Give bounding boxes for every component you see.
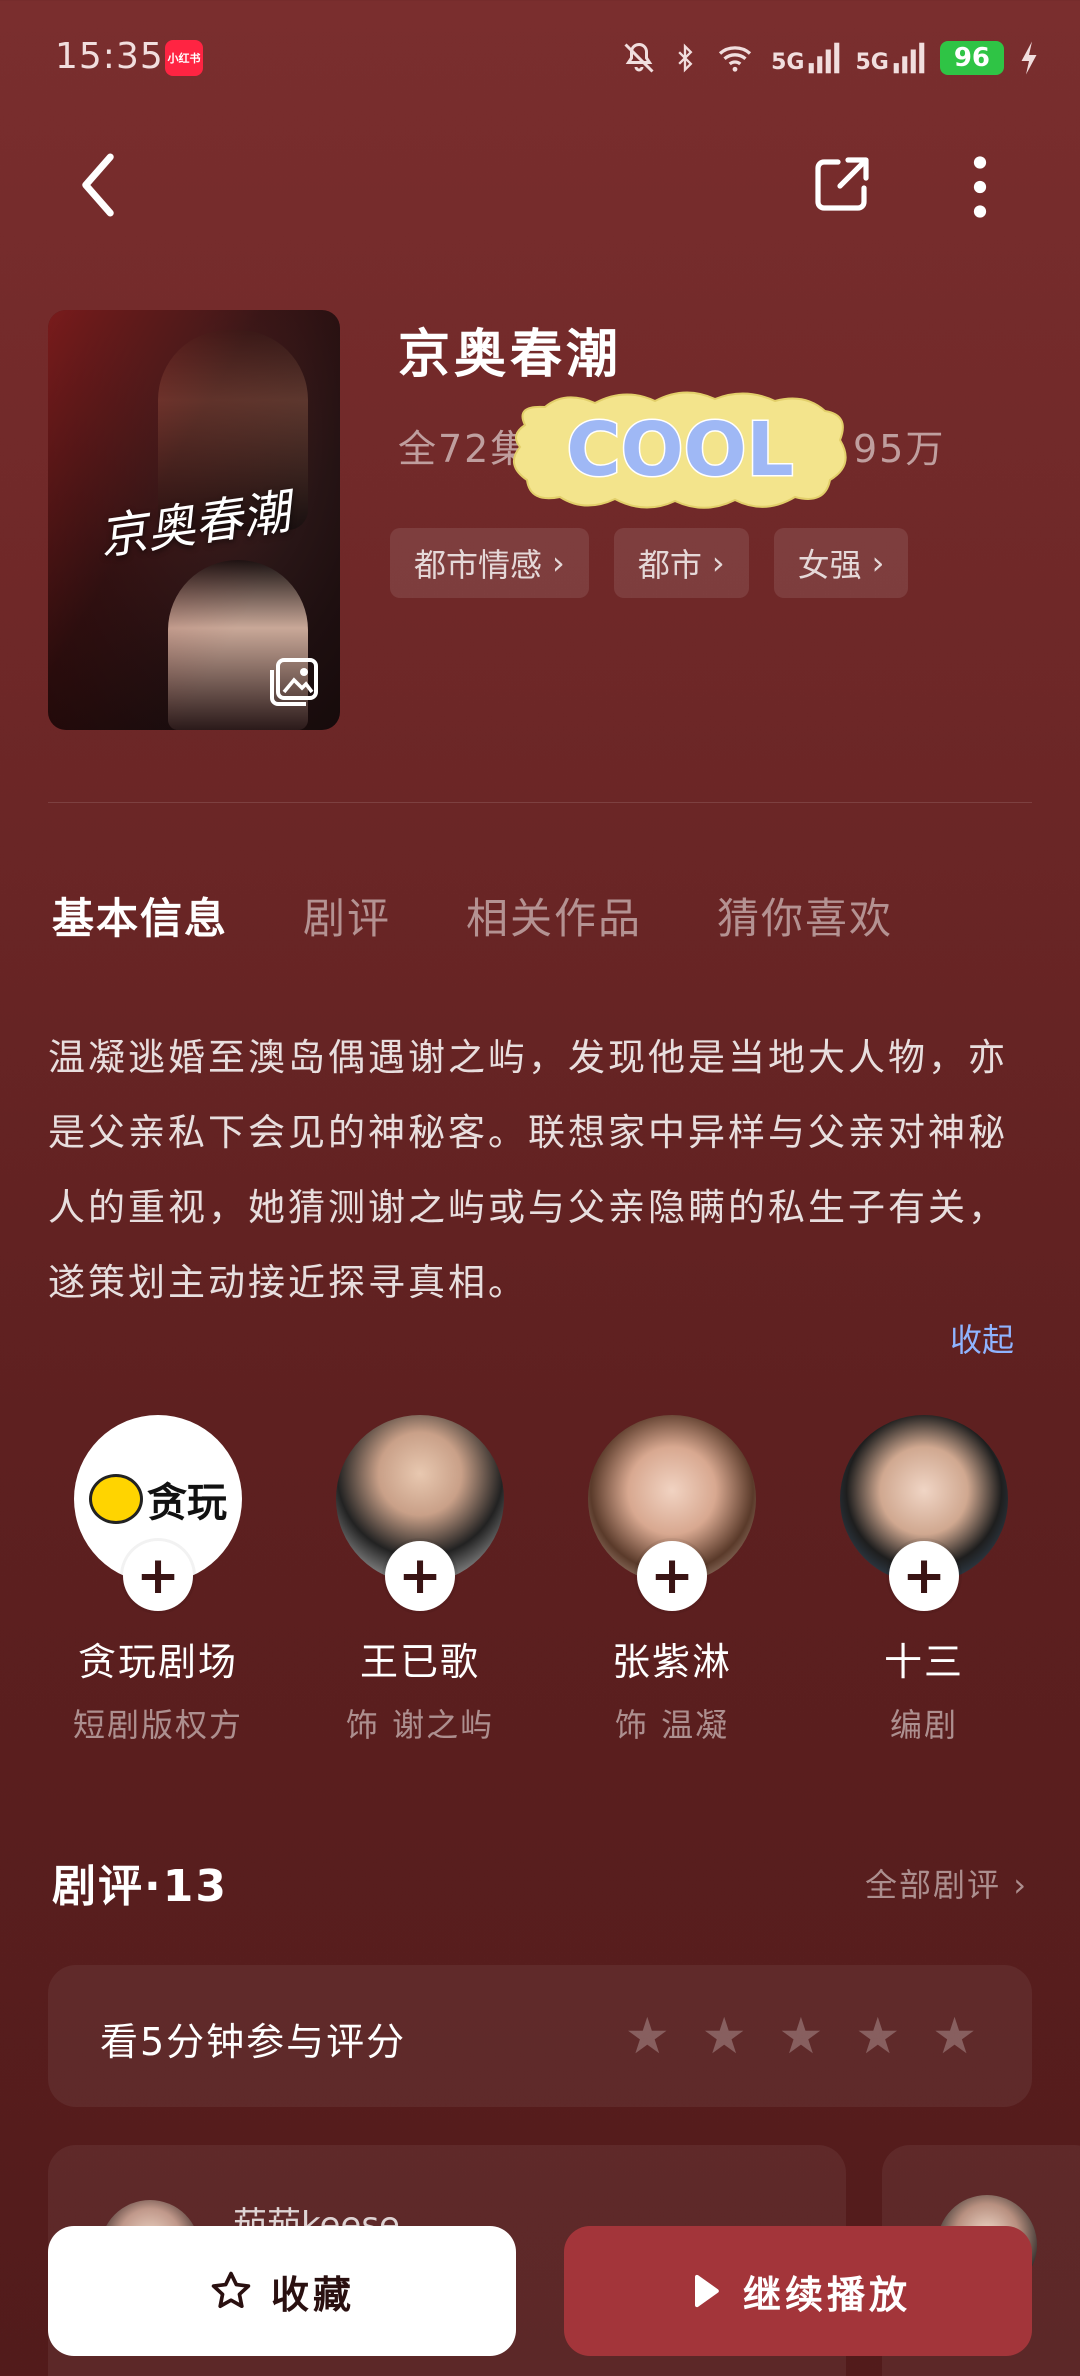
- cast-item[interactable]: + 王已歌 饰 谢之屿: [310, 1415, 530, 1746]
- cast-role: 饰 谢之屿: [345, 1706, 495, 1744]
- star-icon[interactable]: ★: [702, 2007, 747, 2065]
- more-vertical-icon[interactable]: [960, 152, 1000, 222]
- share-icon[interactable]: [810, 152, 874, 216]
- all-reviews-link[interactable]: 全部剧评 ›: [865, 1860, 1028, 1906]
- mute-icon: [624, 42, 654, 73]
- drama-poster[interactable]: 京奥春潮: [48, 310, 340, 730]
- avatar: +: [336, 1415, 504, 1611]
- cast-name: 王已歌: [359, 1640, 480, 1684]
- charging-icon: [1021, 41, 1037, 75]
- cast-name: 张紫淋: [611, 1640, 732, 1684]
- chevron-right-icon: ›: [552, 544, 565, 582]
- cast-item[interactable]: 贪玩 + 贪玩剧场 短剧版权方: [48, 1415, 268, 1746]
- tag-strong-female[interactable]: 女强 ›: [773, 528, 909, 598]
- wifi-icon: [718, 46, 752, 72]
- avatar: +: [588, 1415, 756, 1611]
- tab-recommendations[interactable]: 猜你喜欢: [717, 885, 893, 946]
- star-icon[interactable]: ★: [932, 2007, 977, 2065]
- rating-card: 看5分钟参与评分 ★ ★ ★ ★ ★: [48, 1965, 1032, 2107]
- cool-sticker: COOL: [505, 385, 855, 515]
- follow-plus-icon[interactable]: +: [889, 1541, 959, 1611]
- cast-role: 饰 温凝: [614, 1706, 730, 1744]
- detail-tabs: 基本信息 剧评 相关作品 猜你喜欢: [52, 885, 968, 946]
- cast-list: 贪玩 + 贪玩剧场 短剧版权方 + 王已歌 饰 谢之屿 + 张紫淋 饰 温凝 +…: [48, 1415, 1048, 1765]
- star-icon[interactable]: ★: [625, 2007, 670, 2065]
- bluetooth-icon: [678, 43, 693, 73]
- signal-icon: 5G: [855, 41, 925, 75]
- tab-reviews[interactable]: 剧评: [303, 885, 391, 946]
- divider: [48, 802, 1032, 803]
- tab-basic-info[interactable]: 基本信息: [52, 885, 228, 946]
- tag-urban-romance[interactable]: 都市情感 ›: [390, 528, 589, 598]
- avatar: +: [840, 1415, 1008, 1611]
- drama-title: 京奥春潮: [398, 325, 623, 385]
- collapse-link[interactable]: 收起: [950, 1315, 1014, 1361]
- play-icon: [694, 2274, 719, 2308]
- follow-plus-icon[interactable]: +: [637, 1541, 707, 1611]
- star-icon[interactable]: ★: [855, 2007, 900, 2065]
- star-outline-icon: [211, 2271, 251, 2309]
- chevron-right-icon: ›: [711, 544, 725, 582]
- tab-related-works[interactable]: 相关作品: [466, 885, 642, 946]
- cast-name: 十三: [883, 1640, 964, 1684]
- cast-item[interactable]: + 张紫淋 饰 温凝: [562, 1415, 782, 1746]
- chevron-right-icon: ›: [871, 544, 885, 582]
- star-icon[interactable]: ★: [779, 2007, 824, 2065]
- tag-urban[interactable]: 都市 ›: [613, 528, 749, 598]
- status-bar: 15:35 小红书 5G 5G 96: [0, 0, 1080, 110]
- gallery-icon[interactable]: [268, 656, 320, 708]
- avatar: 贪玩 +: [74, 1415, 242, 1611]
- tanwan-logo: 贪玩: [89, 1470, 227, 1528]
- follow-plus-icon[interactable]: +: [123, 1541, 193, 1611]
- genre-tags: 都市情感 › 都市 › 女强 ›: [390, 528, 909, 598]
- reviews-heading: 剧评·13: [52, 1861, 228, 1912]
- rating-stars: ★ ★ ★ ★ ★: [625, 2007, 977, 2065]
- cast-name: 贪玩剧场: [77, 1640, 238, 1684]
- continue-play-button[interactable]: 继续播放: [564, 2226, 1032, 2356]
- synopsis-text: 温凝逃婚至澳岛偶遇谢之屿，发现他是当地大人物，亦是父亲私下会见的神秘客。联想家中…: [48, 1036, 1008, 1304]
- view-count: 95万: [853, 427, 946, 471]
- xiaohongshu-app-icon: 小红书: [165, 40, 203, 76]
- sticker-text: COOL: [566, 407, 793, 493]
- top-nav: [0, 130, 1080, 240]
- cast-item[interactable]: + 十三 编剧: [814, 1415, 1034, 1746]
- rating-prompt: 看5分钟参与评分: [100, 2020, 407, 2064]
- battery-icon: 96: [939, 41, 1004, 75]
- cast-role: 短剧版权方: [72, 1706, 243, 1744]
- signal-icon: 5G: [771, 41, 841, 75]
- chevron-right-icon: ›: [1013, 1866, 1028, 1904]
- chevron-left-icon[interactable]: [68, 150, 128, 220]
- clock: 15:35: [55, 36, 164, 77]
- bottom-action-bar: 收藏 继续播放: [0, 2210, 1080, 2376]
- follow-plus-icon[interactable]: +: [385, 1541, 455, 1611]
- cast-role: 编剧: [889, 1706, 958, 1744]
- status-icons: 5G 5G 96: [621, 30, 1040, 86]
- favorite-button[interactable]: 收藏: [48, 2226, 516, 2356]
